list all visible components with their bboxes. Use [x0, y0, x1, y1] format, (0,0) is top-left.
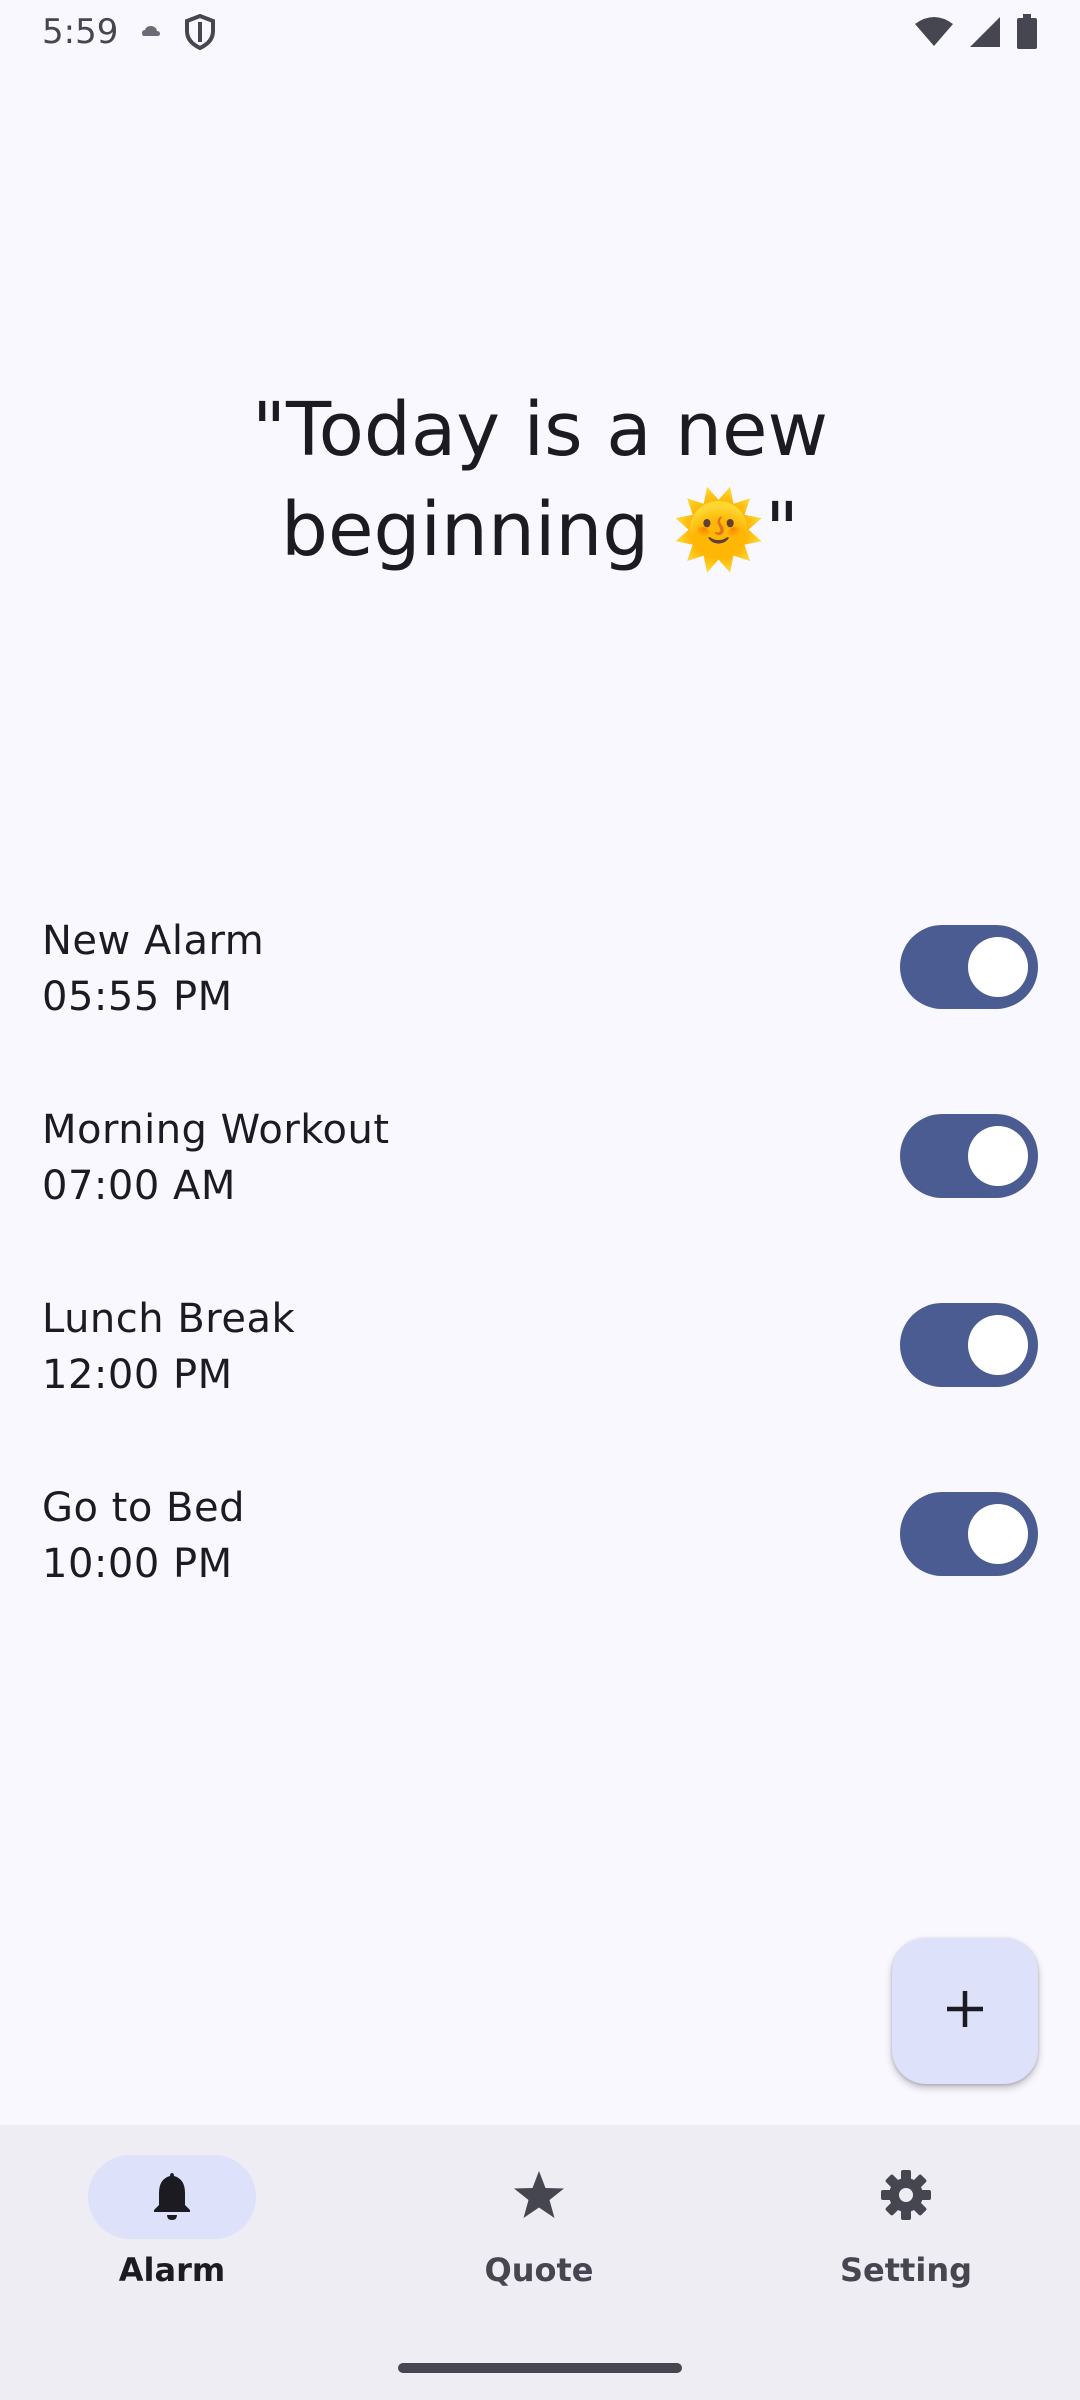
nav-item-setting[interactable]: Setting — [776, 2155, 1036, 2315]
alarm-time: 12:00 PM — [42, 1352, 233, 1398]
toggle-knob — [968, 1126, 1028, 1186]
alarm-list: New Alarm 05:55 PM Morning Workout 07:00… — [0, 895, 1080, 1651]
alarm-name: New Alarm — [42, 918, 265, 964]
star-icon — [512, 2169, 566, 2226]
alarm-time: 05:55 PM — [42, 974, 233, 1020]
nav-label-quote: Quote — [484, 2251, 594, 2289]
alarm-screen: 5:59 "Today is a new beginning 🌞" New Al… — [0, 0, 1080, 2400]
alarm-item[interactable]: Morning Workout 07:00 AM — [0, 1084, 1080, 1273]
toggle-knob — [968, 1315, 1028, 1375]
alarm-toggle[interactable] — [900, 1303, 1038, 1387]
alarm-toggle[interactable] — [900, 925, 1038, 1009]
alarm-name: Morning Workout — [42, 1107, 390, 1153]
home-indicator[interactable] — [398, 2363, 682, 2373]
nav-label-alarm: Alarm — [118, 2251, 226, 2289]
wifi-icon — [914, 16, 954, 48]
alarm-toggle[interactable] — [900, 1492, 1038, 1576]
alarm-item[interactable]: Lunch Break 12:00 PM — [0, 1273, 1080, 1462]
alarm-text: Morning Workout 07:00 AM — [42, 1102, 390, 1214]
toggle-knob — [968, 1504, 1028, 1564]
alarm-name: Lunch Break — [42, 1296, 296, 1342]
gear-icon — [880, 2169, 932, 2226]
bottom-navigation: Alarm Quote Setting — [0, 2125, 1080, 2400]
nav-indicator — [822, 2155, 990, 2239]
alarm-time: 07:00 AM — [42, 1163, 236, 1209]
daily-quote: "Today is a new beginning 🌞" — [251, 387, 829, 573]
battery-icon — [1016, 14, 1038, 50]
shield-icon — [184, 14, 216, 50]
alarm-text: Lunch Break 12:00 PM — [42, 1291, 295, 1403]
alarm-text: New Alarm 05:55 PM — [42, 913, 264, 1025]
nav-item-quote[interactable]: Quote — [409, 2155, 669, 2315]
plus-icon — [944, 1988, 986, 2035]
add-alarm-button[interactable] — [892, 1938, 1038, 2084]
alarm-item[interactable]: Go to Bed 10:00 PM — [0, 1462, 1080, 1651]
cloud-icon — [140, 24, 162, 40]
status-right — [914, 14, 1038, 50]
nav-indicator — [88, 2155, 256, 2239]
status-left: 5:59 — [42, 12, 216, 52]
alarm-text: Go to Bed 10:00 PM — [42, 1480, 245, 1592]
signal-icon — [968, 15, 1002, 49]
toggle-knob — [968, 937, 1028, 997]
nav-item-alarm[interactable]: Alarm — [42, 2155, 302, 2315]
alarm-toggle[interactable] — [900, 1114, 1038, 1198]
alarm-name: Go to Bed — [42, 1485, 245, 1531]
nav-indicator — [455, 2155, 623, 2239]
bell-icon — [148, 2169, 196, 2226]
status-bar: 5:59 — [0, 0, 1080, 64]
alarm-item[interactable]: New Alarm 05:55 PM — [0, 895, 1080, 1084]
alarm-time: 10:00 PM — [42, 1541, 233, 1587]
status-time: 5:59 — [42, 12, 119, 52]
nav-label-setting: Setting — [840, 2251, 972, 2289]
